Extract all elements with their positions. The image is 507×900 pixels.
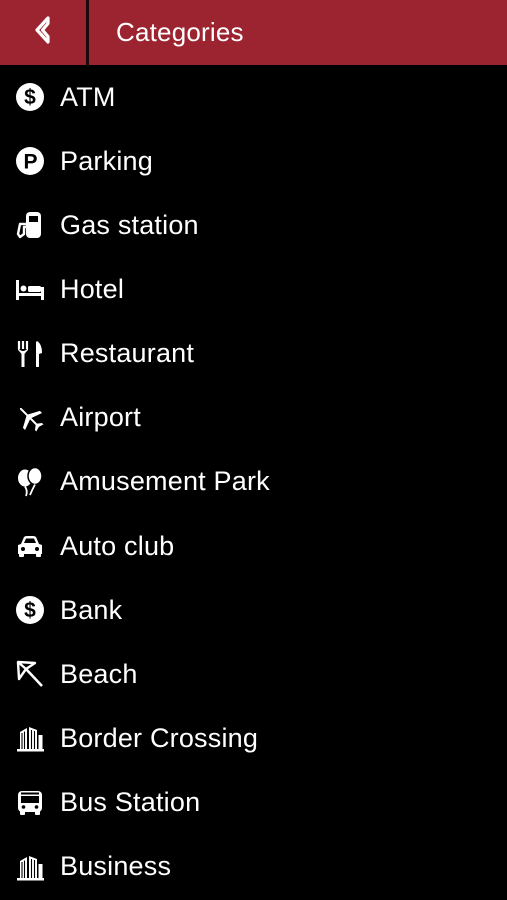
bed-icon bbox=[15, 274, 45, 304]
category-list: $ ATM P Parking Gas station Hotel Restau… bbox=[0, 65, 507, 899]
category-item-restaurant[interactable]: Restaurant bbox=[0, 322, 507, 386]
gas-pump-icon bbox=[15, 210, 45, 240]
category-item-airport[interactable]: Airport bbox=[0, 386, 507, 450]
category-label: Beach bbox=[60, 658, 138, 689]
header-divider bbox=[86, 0, 89, 65]
car-icon bbox=[15, 531, 45, 561]
building-icon bbox=[15, 723, 45, 753]
parking-icon: P bbox=[15, 146, 45, 176]
fork-knife-icon bbox=[15, 339, 45, 369]
app-header: Categories bbox=[0, 0, 507, 65]
category-label: Border Crossing bbox=[60, 722, 259, 753]
category-item-auto-club[interactable]: Auto club bbox=[0, 514, 507, 578]
category-item-beach[interactable]: Beach bbox=[0, 642, 507, 706]
back-button[interactable] bbox=[0, 0, 86, 65]
svg-text:$: $ bbox=[24, 599, 36, 622]
category-label: Bank bbox=[60, 594, 123, 625]
building-icon bbox=[15, 852, 45, 882]
svg-text:$: $ bbox=[24, 86, 36, 109]
airplane-icon bbox=[15, 403, 45, 433]
category-label: Airport bbox=[60, 402, 141, 433]
category-label: Auto club bbox=[60, 530, 175, 561]
category-label: Gas station bbox=[60, 209, 199, 240]
svg-text:P: P bbox=[23, 151, 37, 174]
dollar-circle-icon: $ bbox=[15, 595, 45, 625]
category-item-gas-station[interactable]: Gas station bbox=[0, 193, 507, 257]
category-item-bus-station[interactable]: Bus Station bbox=[0, 771, 507, 835]
dollar-circle-icon: $ bbox=[15, 82, 45, 112]
category-label: Business bbox=[60, 851, 172, 882]
category-label: Amusement Park bbox=[60, 466, 270, 497]
category-item-atm[interactable]: $ ATM bbox=[0, 65, 507, 129]
category-label: Hotel bbox=[60, 273, 125, 304]
category-label: Restaurant bbox=[60, 338, 195, 369]
bus-icon bbox=[15, 788, 45, 818]
page-title: Categories bbox=[116, 17, 244, 47]
category-item-hotel[interactable]: Hotel bbox=[0, 257, 507, 321]
category-item-border-crossing[interactable]: Border Crossing bbox=[0, 706, 507, 770]
category-label: ATM bbox=[60, 81, 116, 112]
category-label: Parking bbox=[60, 145, 153, 176]
beach-umbrella-icon bbox=[15, 659, 45, 689]
balloons-icon bbox=[15, 466, 45, 497]
category-item-bank[interactable]: $ Bank bbox=[0, 578, 507, 642]
category-item-parking[interactable]: P Parking bbox=[0, 129, 507, 193]
chevron-left-icon bbox=[32, 15, 54, 50]
category-label: Bus Station bbox=[60, 787, 201, 818]
category-item-amusement-park[interactable]: Amusement Park bbox=[0, 450, 507, 514]
category-item-business[interactable]: Business bbox=[0, 835, 507, 899]
